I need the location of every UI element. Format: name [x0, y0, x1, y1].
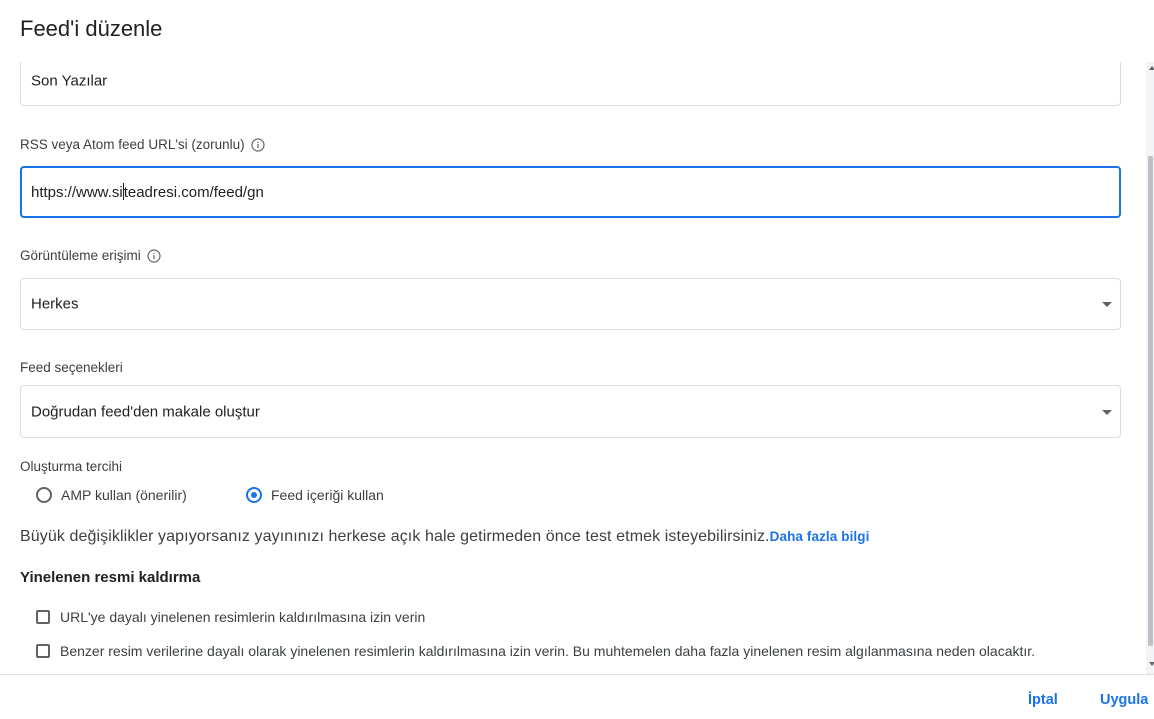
- access-select[interactable]: Herkes: [20, 278, 1121, 330]
- creation-label-text: Oluşturma tercihi: [20, 459, 123, 474]
- radio-button-amp[interactable]: [36, 487, 52, 503]
- scrollbar-thumb[interactable]: [1148, 156, 1153, 646]
- dialog-footer: İptal Uygula: [0, 674, 1154, 719]
- feed-url-text-after: teadresi.com/feed/gn: [123, 184, 264, 201]
- dialog-content: Son Yazılar RSS veya Atom feed URL'si (z…: [0, 62, 1154, 674]
- checkbox-dedupe-similar[interactable]: [36, 644, 50, 658]
- cancel-button[interactable]: İptal: [1028, 692, 1058, 708]
- access-label: Görüntüleme erişimi: [20, 248, 161, 263]
- scroll-down-arrow-icon[interactable]: [1149, 662, 1154, 666]
- feed-name-value: Son Yazılar: [31, 72, 108, 90]
- checkbox-dedupe-url[interactable]: [36, 610, 50, 624]
- dedupe-url-option[interactable]: URL'ye dayalı yinelenen resimlerin kaldı…: [36, 609, 425, 625]
- test-notice-text: Büyük değişiklikler yapıyorsanız yayının…: [20, 528, 770, 545]
- scroll-up-arrow-icon[interactable]: [1149, 66, 1154, 70]
- radio-feed-content-label: Feed içeriği kullan: [271, 487, 384, 503]
- feed-name-field[interactable]: Son Yazılar: [20, 62, 1121, 106]
- feed-url-input[interactable]: https://www.siteadresi.com/feed/gn: [20, 166, 1121, 218]
- apply-button[interactable]: Uygula: [1100, 692, 1148, 708]
- chevron-down-icon: [1102, 409, 1112, 415]
- dedupe-title: Yinelenen resmi kaldırma: [20, 569, 201, 586]
- test-notice: Büyük değişiklikler yapıyorsanız yayının…: [20, 528, 869, 546]
- dedupe-similar-label: Benzer resim verilerine dayalı olarak yi…: [60, 643, 1036, 659]
- feed-options-select-value: Doğrudan feed'den makale oluştur: [31, 403, 260, 420]
- url-label-text: RSS veya Atom feed URL'si (zorunlu): [20, 137, 245, 152]
- learn-more-link[interactable]: Daha fazla bilgi: [770, 529, 870, 544]
- dialog-title: Feed'i düzenle: [20, 16, 163, 41]
- url-label: RSS veya Atom feed URL'si (zorunlu): [20, 137, 265, 152]
- feed-options-label: Feed seçenekleri: [20, 360, 123, 375]
- feed-url-value: https://www.siteadresi.com/feed/gn: [31, 183, 264, 201]
- radio-amp-label: AMP kullan (önerilir): [61, 487, 187, 503]
- feed-options-label-text: Feed seçenekleri: [20, 360, 123, 375]
- radio-button-feed-content[interactable]: [246, 487, 262, 503]
- feed-url-text-before: https://www.si: [31, 184, 123, 201]
- dedupe-url-label: URL'ye dayalı yinelenen resimlerin kaldı…: [60, 609, 426, 625]
- dedupe-similar-option[interactable]: Benzer resim verilerine dayalı olarak yi…: [36, 643, 1035, 659]
- radio-amp[interactable]: AMP kullan (önerilir): [36, 487, 187, 503]
- access-label-text: Görüntüleme erişimi: [20, 248, 141, 263]
- radio-feed-content[interactable]: Feed içeriği kullan: [246, 487, 384, 503]
- feed-options-select[interactable]: Doğrudan feed'den makale oluştur: [20, 385, 1121, 438]
- creation-label: Oluşturma tercihi: [20, 459, 122, 474]
- info-icon[interactable]: [147, 248, 161, 263]
- access-select-value: Herkes: [31, 295, 79, 313]
- chevron-down-icon: [1102, 302, 1112, 307]
- info-icon[interactable]: [251, 137, 265, 152]
